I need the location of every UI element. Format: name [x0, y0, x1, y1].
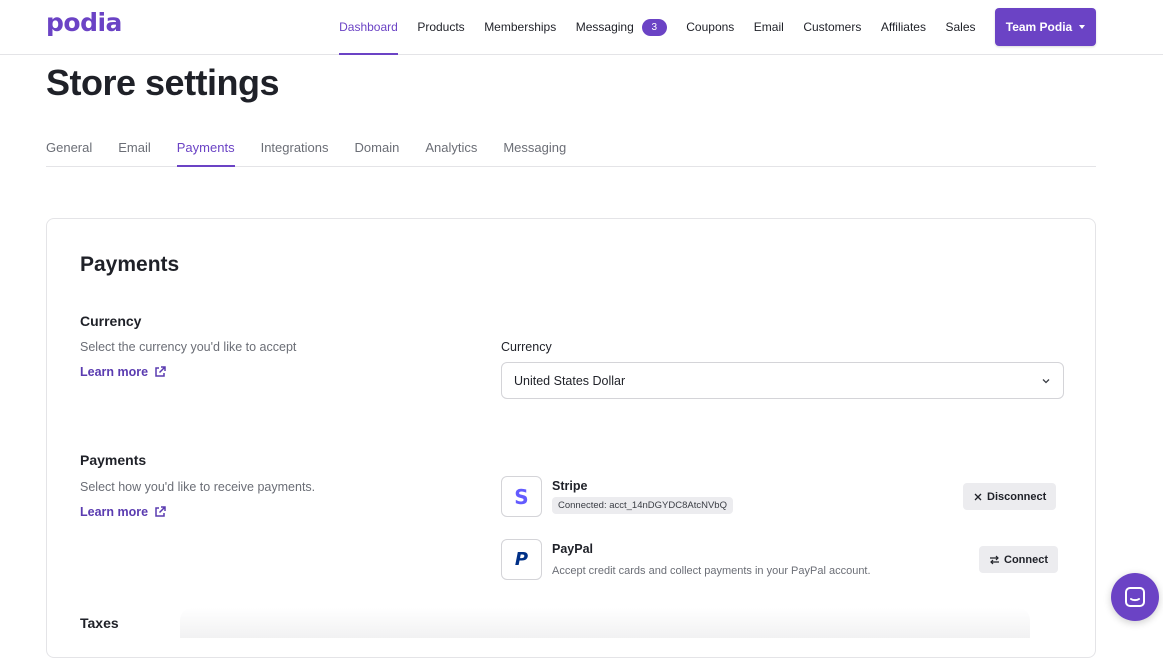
- tab-payments[interactable]: Payments: [177, 128, 235, 166]
- nav-label: Memberships: [484, 20, 556, 34]
- external-link-icon: [154, 366, 166, 378]
- currency-learn-more-link[interactable]: Learn more: [80, 365, 166, 379]
- caret-down-icon: [1079, 25, 1085, 29]
- top-navbar: podia Dashboard Products Memberships Mes…: [0, 0, 1163, 55]
- currency-section-title: Currency: [80, 313, 141, 329]
- tab-integrations[interactable]: Integrations: [261, 128, 329, 166]
- paypal-icon: P: [501, 539, 542, 580]
- payments-learn-more-link[interactable]: Learn more: [80, 505, 166, 519]
- nav-label: Email: [754, 20, 784, 34]
- close-icon: [973, 492, 983, 502]
- swap-arrows-icon: [989, 555, 1000, 565]
- nav-memberships[interactable]: Memberships: [484, 0, 556, 54]
- nav-customers[interactable]: Customers: [803, 0, 861, 54]
- learn-more-label: Learn more: [80, 505, 148, 519]
- nav-sales[interactable]: Sales: [945, 0, 975, 54]
- nav-label: Products: [417, 20, 464, 34]
- tab-messaging[interactable]: Messaging: [503, 128, 566, 166]
- nav-coupons[interactable]: Coupons: [686, 0, 734, 54]
- tab-email[interactable]: Email: [118, 128, 151, 166]
- podia-logo[interactable]: podia: [46, 8, 122, 37]
- tab-domain[interactable]: Domain: [355, 128, 400, 166]
- learn-more-label: Learn more: [80, 365, 148, 379]
- chat-icon: [1123, 585, 1147, 609]
- nav-messaging[interactable]: Messaging 3: [576, 0, 667, 54]
- paypal-description: Accept credit cards and collect payments…: [552, 565, 871, 577]
- payments-section-title: Payments: [80, 452, 146, 468]
- nav-label: Dashboard: [339, 20, 398, 34]
- currency-section-description: Select the currency you'd like to accept: [80, 340, 296, 354]
- payments-section-description: Select how you'd like to receive payment…: [80, 480, 315, 494]
- page-title: Store settings: [46, 62, 279, 104]
- nav-products[interactable]: Products: [417, 0, 464, 54]
- chat-launcher-button[interactable]: [1111, 573, 1159, 621]
- stripe-connected-badge: Connected: acct_14nDGYDC8AtcNVbQ: [552, 497, 733, 514]
- nav-dashboard[interactable]: Dashboard: [339, 0, 398, 54]
- paypal-name: PayPal: [552, 542, 593, 556]
- payments-settings-card: Payments Currency Select the currency yo…: [46, 218, 1096, 658]
- nav-label: Affiliates: [881, 20, 926, 34]
- currency-selected-value: United States Dollar: [514, 374, 625, 388]
- card-title: Payments: [80, 253, 179, 277]
- bottom-fade-overlay: [180, 608, 1030, 638]
- stripe-disconnect-button[interactable]: Disconnect: [963, 483, 1056, 510]
- disconnect-label: Disconnect: [987, 491, 1046, 503]
- team-button-label: Team Podia: [1006, 20, 1072, 34]
- main-nav: Dashboard Products Memberships Messaging…: [339, 0, 1163, 54]
- nav-label: Coupons: [686, 20, 734, 34]
- external-link-icon: [154, 506, 166, 518]
- nav-affiliates[interactable]: Affiliates: [881, 0, 926, 54]
- taxes-section-title: Taxes: [80, 615, 119, 631]
- stripe-icon: S: [501, 476, 542, 517]
- nav-label: Customers: [803, 20, 861, 34]
- nav-label: Messaging: [576, 20, 634, 34]
- currency-field-label: Currency: [501, 340, 552, 354]
- nav-email[interactable]: Email: [754, 0, 784, 54]
- messaging-count-badge: 3: [642, 19, 667, 36]
- settings-tabs: General Email Payments Integrations Doma…: [46, 128, 1096, 167]
- tab-general[interactable]: General: [46, 128, 92, 166]
- stripe-name: Stripe: [552, 479, 587, 493]
- connect-label: Connect: [1004, 554, 1048, 566]
- team-menu-button[interactable]: Team Podia: [995, 8, 1096, 46]
- tab-analytics[interactable]: Analytics: [425, 128, 477, 166]
- currency-select[interactable]: United States Dollar: [501, 362, 1064, 399]
- nav-label: Sales: [945, 20, 975, 34]
- chevron-down-icon: [1041, 376, 1051, 386]
- paypal-connect-button[interactable]: Connect: [979, 546, 1058, 573]
